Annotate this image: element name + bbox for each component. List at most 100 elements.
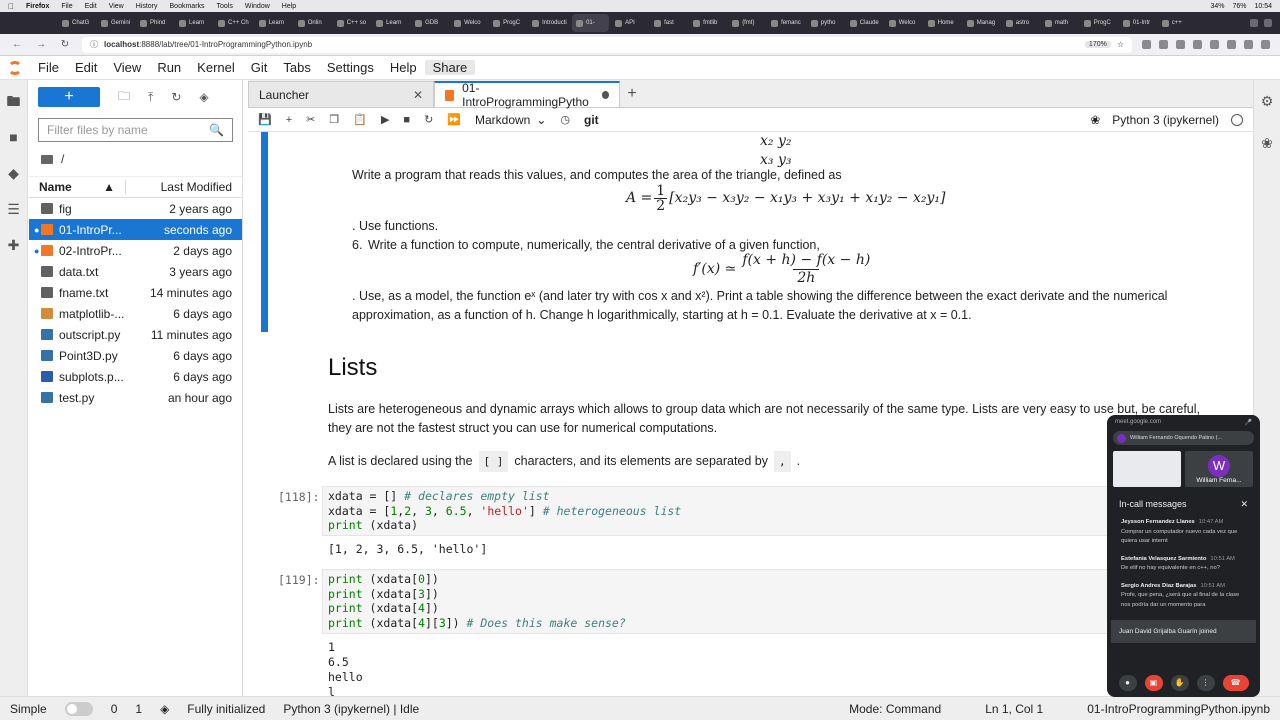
column-name-header[interactable]: Name ▲ bbox=[29, 180, 125, 194]
new-launcher-button[interactable]: + bbox=[38, 87, 100, 107]
extension-icon[interactable] bbox=[1244, 40, 1253, 49]
browser-tab[interactable]: C++ Ch bbox=[214, 14, 253, 32]
browser-tab[interactable]: Learn bbox=[255, 14, 292, 32]
kernel-state[interactable]: Python 3 (ipykernel) | Idle bbox=[283, 702, 419, 716]
bookmark-star-icon[interactable]: ☆ bbox=[1117, 40, 1124, 49]
unsaved-dot-icon[interactable] bbox=[601, 91, 609, 99]
mac-app-name[interactable]: Firefox bbox=[26, 3, 49, 10]
code-cell-input[interactable]: xdata = [] # declares empty list xdata =… bbox=[322, 486, 1202, 536]
extensions-icon[interactable]: ✚ bbox=[7, 238, 21, 252]
mic-icon[interactable]: 🎤 bbox=[1245, 419, 1252, 426]
file-row[interactable]: subplots.p... 6 days ago bbox=[29, 366, 242, 387]
file-filter-input[interactable]: Filter files by name 🔍 bbox=[38, 118, 233, 142]
browser-tab[interactable]: Gemini bbox=[97, 14, 134, 32]
insert-cell-icon[interactable]: + bbox=[286, 114, 292, 126]
kernels-count[interactable]: 1 bbox=[135, 702, 142, 716]
file-row[interactable]: ● 01-IntroPr... seconds ago bbox=[29, 219, 242, 240]
file-row[interactable]: outscript.py 11 minutes ago bbox=[29, 324, 242, 345]
mic-icon[interactable]: ● bbox=[1118, 675, 1137, 691]
url-bar[interactable]: ⓘ localhost:8888/lab/tree/01-IntroProgra… bbox=[82, 36, 1132, 53]
browser-tab[interactable]: Claude bbox=[846, 14, 883, 32]
property-inspector-icon[interactable]: ⚙ bbox=[1260, 94, 1274, 108]
running-kernels-icon[interactable]: ■ bbox=[7, 130, 21, 144]
forward-icon[interactable]: → bbox=[34, 39, 48, 50]
run-icon[interactable]: ▶ bbox=[381, 113, 389, 126]
copy-icon[interactable]: ❐ bbox=[329, 113, 339, 126]
browser-tab[interactable]: ProgC bbox=[489, 14, 526, 32]
cell-type-select[interactable]: Markdown ⌄ bbox=[475, 113, 546, 127]
kernel-name[interactable]: Python 3 (ipykernel) bbox=[1112, 113, 1219, 127]
file-row[interactable]: Point3D.py 6 days ago bbox=[29, 345, 242, 366]
extension-icon[interactable] bbox=[1210, 40, 1219, 49]
menu-icon[interactable] bbox=[1261, 40, 1270, 49]
meet-presenter-bar[interactable]: William Fernando Oquendo Patino (... bbox=[1113, 431, 1254, 445]
tab-launcher[interactable]: Launcher ✕ bbox=[248, 81, 434, 107]
menu-view[interactable]: View bbox=[105, 60, 149, 75]
git-button[interactable]: git bbox=[584, 113, 599, 127]
debugger-icon[interactable]: ❀ bbox=[1260, 136, 1274, 150]
browser-tab[interactable]: {fmt} bbox=[728, 14, 765, 32]
browser-tab[interactable]: ProgC bbox=[1080, 14, 1117, 32]
mac-menu-view[interactable]: View bbox=[109, 3, 124, 10]
menu-tabs[interactable]: Tabs bbox=[275, 60, 318, 75]
reload-icon[interactable]: ↻ bbox=[58, 39, 72, 50]
screen-share-tile[interactable] bbox=[1113, 451, 1181, 487]
breadcrumb[interactable]: / bbox=[41, 152, 242, 166]
menu-file[interactable]: File bbox=[30, 60, 67, 75]
menu-kernel[interactable]: Kernel bbox=[189, 60, 243, 75]
camera-off-icon[interactable]: ▣ bbox=[1144, 675, 1163, 691]
browser-tab[interactable]: GDB bbox=[411, 14, 448, 32]
browser-tab[interactable]: ChatG bbox=[58, 14, 95, 32]
browser-tab[interactable]: fast bbox=[650, 14, 687, 32]
table-of-contents-icon[interactable]: ☰ bbox=[7, 202, 21, 216]
git-clone-icon[interactable]: ◈ bbox=[199, 90, 208, 104]
browser-tab[interactable]: 01- bbox=[572, 14, 610, 32]
browser-tab[interactable]: astro bbox=[1002, 14, 1039, 32]
apple-icon[interactable]:  bbox=[8, 2, 14, 11]
browser-tab[interactable]: Phind bbox=[136, 14, 173, 32]
browser-tab[interactable]: Manag bbox=[963, 14, 1000, 32]
git-branch-icon[interactable]: ◈ bbox=[160, 702, 169, 716]
mac-menu-history[interactable]: History bbox=[136, 3, 158, 10]
mac-menu-file[interactable]: File bbox=[61, 3, 72, 10]
simple-mode-toggle[interactable] bbox=[64, 701, 93, 716]
menu-help[interactable]: Help bbox=[382, 60, 425, 75]
browser-tab[interactable]: 01-Intr bbox=[1119, 14, 1156, 32]
new-folder-icon[interactable]: 🗀 bbox=[118, 87, 130, 108]
browser-tab[interactable]: math bbox=[1041, 14, 1078, 32]
mac-menu-tools[interactable]: Tools bbox=[217, 3, 233, 10]
terminals-count[interactable]: 0 bbox=[111, 702, 118, 716]
close-icon[interactable]: ✕ bbox=[413, 88, 423, 102]
cut-icon[interactable]: ✂ bbox=[306, 113, 315, 126]
file-row[interactable]: ● 02-IntroPr... 2 days ago bbox=[29, 240, 242, 261]
active-cell-indicator[interactable] bbox=[261, 132, 268, 332]
git-icon[interactable]: ◆ bbox=[7, 166, 21, 180]
clock-icon[interactable]: ◷ bbox=[560, 113, 570, 126]
paste-icon[interactable]: 📋 bbox=[353, 113, 367, 126]
browser-tab[interactable]: API bbox=[611, 14, 648, 32]
meet-pip-window[interactable]: meet.google.com 🎤 William Fernando Oquen… bbox=[1107, 415, 1260, 697]
browser-tab[interactable]: Learn bbox=[175, 14, 212, 32]
add-tab-icon[interactable]: + bbox=[620, 85, 644, 103]
menu-run[interactable]: Run bbox=[149, 60, 189, 75]
mac-menu-bookmarks[interactable]: Bookmarks bbox=[170, 3, 205, 10]
folder-icon[interactable]: 🖿 bbox=[7, 94, 21, 108]
extension-icon[interactable] bbox=[1159, 40, 1168, 49]
browser-tab[interactable]: Welco bbox=[450, 14, 487, 32]
browser-tab[interactable]: C++ so bbox=[333, 14, 370, 32]
browser-tab[interactable]: femanc bbox=[767, 14, 805, 32]
refresh-icon[interactable]: ↻ bbox=[171, 90, 181, 104]
browser-tab[interactable]: pytho bbox=[807, 14, 844, 32]
mac-menu-help[interactable]: Help bbox=[282, 3, 296, 10]
file-row[interactable]: fname.txt 14 minutes ago bbox=[29, 282, 242, 303]
browser-tab[interactable]: Introducti bbox=[528, 14, 570, 32]
site-info-icon[interactable]: ⓘ bbox=[90, 39, 98, 50]
browser-tab[interactable]: Welco bbox=[885, 14, 922, 32]
restart-icon[interactable]: ↻ bbox=[424, 113, 433, 126]
zoom-level[interactable]: 170% bbox=[1084, 41, 1111, 48]
browser-tab[interactable]: Onlin bbox=[294, 14, 331, 32]
browser-tab[interactable]: c++ bbox=[1158, 14, 1195, 32]
file-row[interactable]: matplotlib-... 6 days ago bbox=[29, 303, 242, 324]
new-tab-icon[interactable] bbox=[1250, 19, 1258, 27]
raise-hand-icon[interactable]: ✋ bbox=[1170, 675, 1189, 691]
